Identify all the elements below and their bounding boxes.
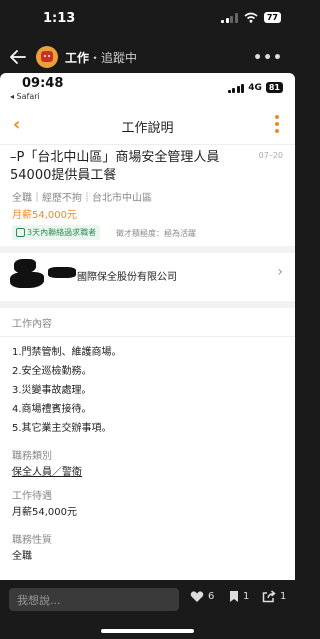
status-icons: 77 (221, 12, 281, 23)
inner-battery-icon: 81 (265, 82, 283, 93)
field-label: 職務性質 (12, 535, 52, 546)
company-row: 國際保全股份有限公司 › (0, 253, 295, 301)
field-label: 工作待遇 (12, 491, 52, 502)
content-line: 1.門禁管制、維護商場。 (12, 347, 122, 358)
heart-icon (190, 591, 204, 602)
field-value: 保全人員／警衛 (12, 467, 82, 478)
post-image: 09:48 ◂ Safari 4G 81 ‹ 工作說明 –P「台北中山區」商場安… (0, 73, 295, 580)
app-header: 工作・追蹤中 ••• (0, 38, 295, 78)
job-content: 1.門禁管制、維護商場。 2.安全巡檢勤務。 3.災變事故處理。 4.商場禮賓接… (12, 343, 272, 438)
share-count: 1 (280, 591, 287, 602)
back-arrow-icon[interactable] (8, 47, 28, 67)
section-divider (0, 301, 295, 308)
redaction-mark (14, 259, 36, 273)
bookmark-button[interactable]: 1 (229, 590, 249, 603)
inner-back-app: ◂ Safari (10, 92, 40, 101)
page-title: 工作說明 (121, 121, 174, 136)
field-value: 全職 (12, 551, 32, 562)
job-meta: 全職｜經歷不拘｜台北市中山區 (12, 193, 152, 204)
signal-icon (221, 12, 238, 23)
redaction-mark (10, 272, 44, 288)
battery-icon: 77 (263, 12, 281, 23)
company-name: 國際保全股份有限公司 (77, 272, 177, 283)
job-date: 07–20 (258, 151, 283, 160)
inner-network: 4G (248, 82, 262, 93)
bookmark-count: 1 (243, 591, 250, 602)
input-placeholder: 我想說... (17, 594, 61, 607)
field-job-type: 職務性質 全職 (12, 531, 52, 562)
badge-text: 3天內聯絡過求職者 (27, 228, 97, 237)
divider (0, 336, 295, 337)
vertical-dots-icon (275, 115, 279, 133)
content-line: 2.安全巡檢勤務。 (12, 366, 92, 377)
field-job-category: 職務類別 保全人員／警衛 (12, 447, 82, 478)
content-line: 5.其它業主交辦事項。 (12, 423, 112, 434)
bottom-bar: 我想說... 6 1 1 (0, 580, 295, 639)
field-salary: 工作待遇 月薪54,000元 (12, 487, 77, 518)
status-bar: 1:13 77 (0, 0, 295, 38)
inner-time: 09:48 (22, 76, 64, 91)
wifi-icon (244, 12, 258, 23)
share-button[interactable]: 1 (262, 590, 286, 603)
content-line: 4.商場禮賓接待。 (12, 404, 92, 415)
like-count: 6 (208, 591, 215, 602)
field-value: 月薪54,000元 (12, 507, 77, 518)
hiring-efficiency: 徵才積極度：極為活躍 (116, 229, 196, 238)
chevron-right-icon: › (277, 264, 283, 280)
inner-status-icons: 4G 81 (227, 82, 283, 93)
like-button[interactable]: 6 (190, 590, 214, 603)
status-time: 1:13 (43, 11, 76, 26)
field-label: 職務類別 (12, 451, 52, 462)
redaction-mark (48, 267, 76, 278)
board-name: 工作 (65, 51, 90, 65)
more-icon[interactable]: ••• (253, 50, 283, 66)
job-salary: 月薪54,000元 (12, 210, 77, 221)
page-header: ‹ 工作說明 (0, 105, 295, 145)
contact-badge: 3天內聯絡過求職者 (12, 225, 101, 240)
job-title: –P「台北中山區」商場安全管理人員54000提供員工餐 (10, 150, 220, 183)
chat-icon (16, 228, 25, 237)
header-title[interactable]: 工作・追蹤中 (65, 49, 137, 66)
bookmark-icon (230, 591, 238, 602)
comment-input[interactable]: 我想說... (9, 588, 179, 611)
content-line: 3.災變事故處理。 (12, 385, 92, 396)
avatar-icon[interactable] (36, 46, 58, 68)
inner-signal-icon (227, 83, 245, 93)
inner-status-bar: 09:48 ◂ Safari 4G 81 (0, 73, 295, 105)
section-title: 工作內容 (12, 319, 52, 330)
home-indicator (101, 629, 194, 633)
follow-status: ・追蹤中 (89, 51, 138, 65)
section-divider (0, 246, 295, 253)
share-icon (262, 590, 276, 603)
